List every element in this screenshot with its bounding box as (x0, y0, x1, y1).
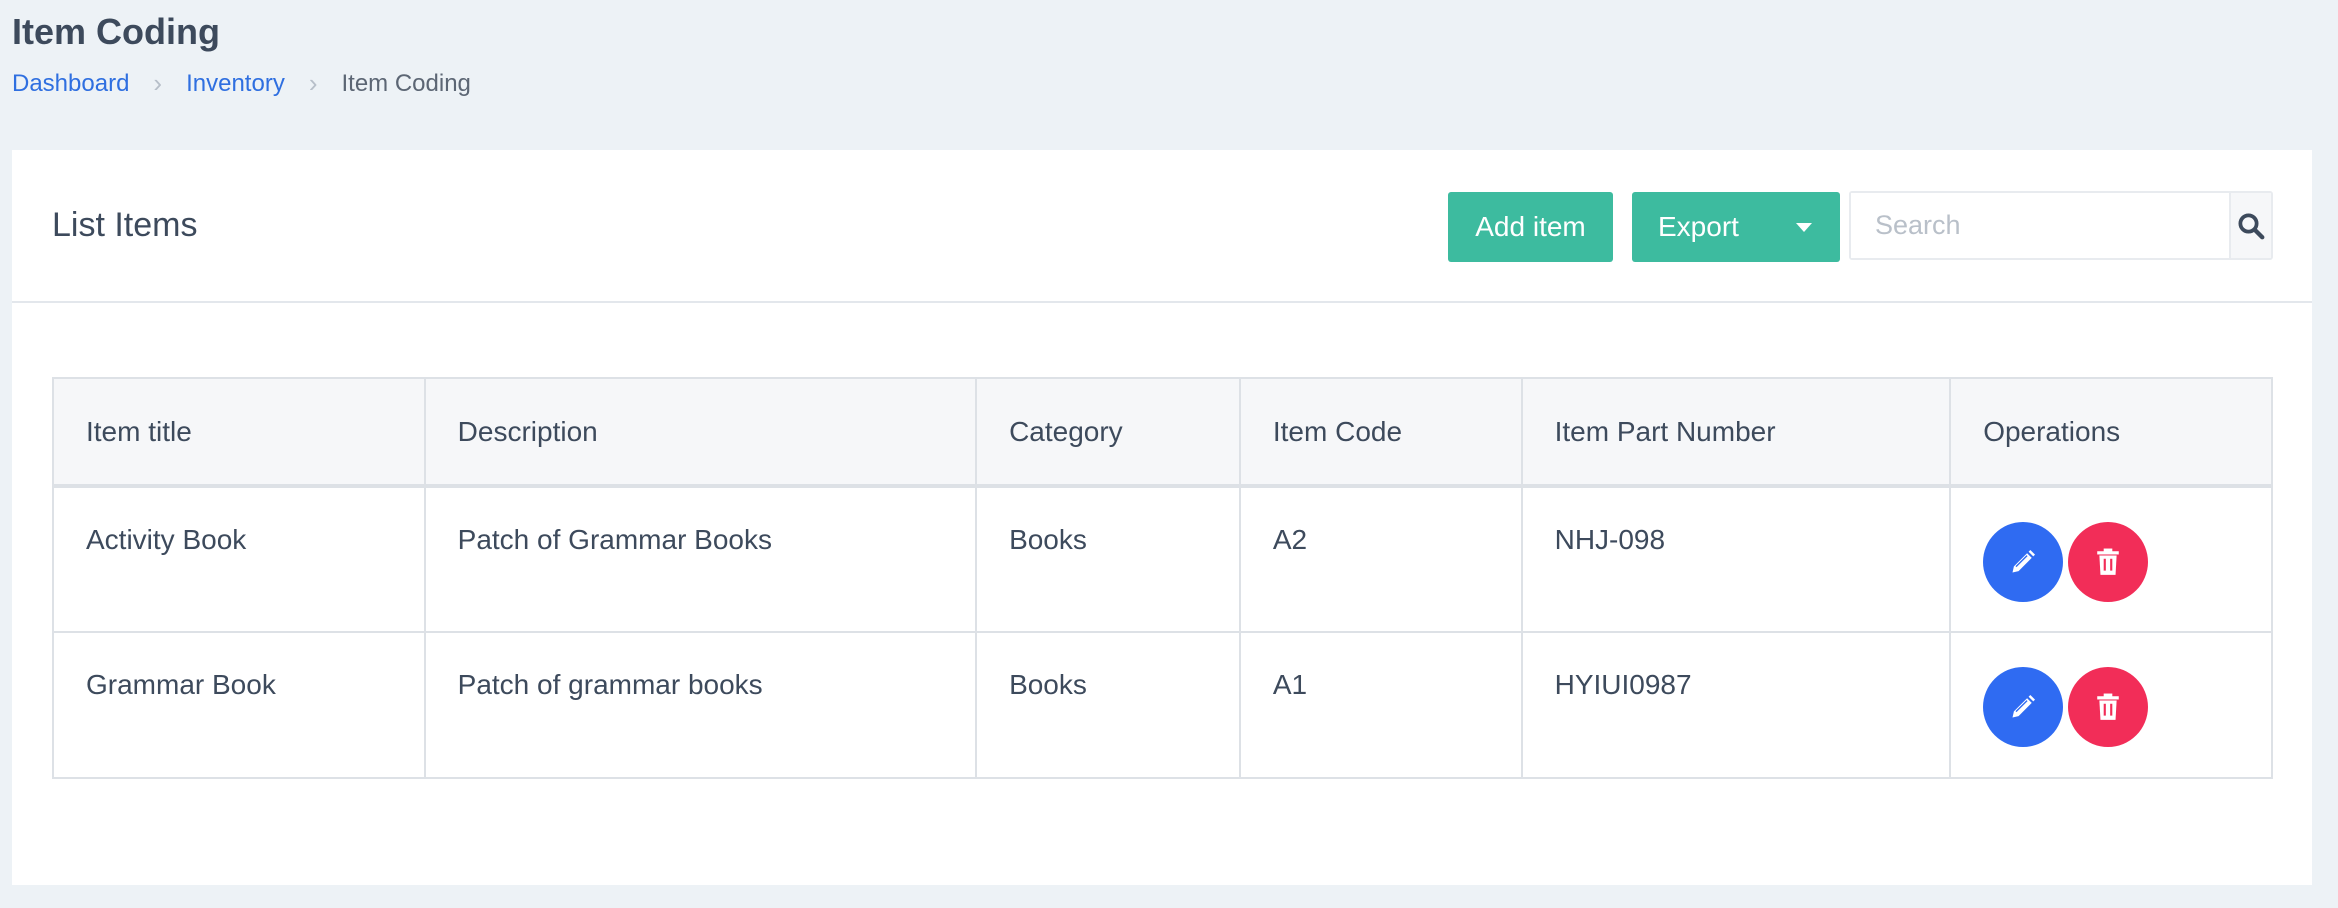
cell-category: Books (975, 631, 1241, 779)
search-input[interactable] (1851, 193, 2229, 258)
column-header: Item Part Number (1520, 377, 1952, 488)
search-button[interactable] (2229, 193, 2271, 258)
cell-description: Patch of grammar books (423, 631, 978, 779)
breadcrumb-inventory-link[interactable]: Inventory (186, 70, 285, 98)
cell-item-title: Activity Book (52, 485, 426, 633)
column-header: Category (975, 377, 1241, 488)
list-items-card: List Items Add item Export Search Item t… (12, 150, 2312, 885)
cell-operations (1949, 485, 2273, 633)
column-header: Operations (1949, 377, 2273, 488)
pencil-icon (2012, 549, 2036, 573)
pencil-icon (2012, 694, 2036, 718)
column-header: Item Code (1238, 377, 1523, 488)
table-row: Grammar Book Patch of grammar books Book… (52, 631, 2273, 779)
card-header: List Items Add item Export (12, 150, 2312, 303)
export-dropdown-button[interactable]: Export (1632, 192, 1840, 262)
page-title: Item Coding (12, 11, 220, 52)
export-label: Export (1658, 211, 1739, 242)
breadcrumb: Dashboard › Inventory › Item Coding (12, 68, 471, 99)
trash-icon (2097, 693, 2119, 720)
card-title: List Items (52, 206, 198, 244)
items-table: Item title Description Category Item Cod… (52, 377, 2273, 779)
search-icon (2238, 213, 2265, 239)
cell-part-number: NHJ-098 (1520, 485, 1952, 633)
cell-category: Books (975, 485, 1241, 633)
cell-part-number: HYIUI0987 (1520, 631, 1952, 779)
add-item-button[interactable]: Add item (1448, 192, 1613, 262)
breadcrumb-dashboard-link[interactable]: Dashboard (12, 70, 129, 98)
table-row: Activity Book Patch of Grammar Books Boo… (52, 485, 2273, 633)
cell-item-title: Grammar Book (52, 631, 426, 779)
column-header: Item title (52, 377, 426, 488)
cell-description: Patch of Grammar Books (423, 485, 978, 633)
column-header: Description (423, 377, 978, 488)
cell-item-code: A1 (1238, 631, 1523, 779)
edit-button[interactable] (1983, 667, 2064, 747)
edit-button[interactable] (1983, 522, 2064, 602)
delete-button[interactable] (2068, 522, 2149, 602)
table-header-row: Item title Description Category Item Cod… (52, 377, 2273, 488)
trash-icon (2097, 548, 2119, 575)
chevron-right-icon: › (308, 68, 318, 98)
breadcrumb-current: Item Coding (341, 69, 471, 97)
page-header: Item Coding Dashboard › Inventory › Item… (12, 10, 471, 99)
chevron-right-icon: › (153, 68, 163, 98)
cell-operations (1949, 631, 2273, 779)
search-group (1849, 191, 2273, 260)
caret-down-icon (1796, 223, 1812, 232)
delete-button[interactable] (2068, 667, 2149, 747)
cell-item-code: A2 (1238, 485, 1523, 633)
